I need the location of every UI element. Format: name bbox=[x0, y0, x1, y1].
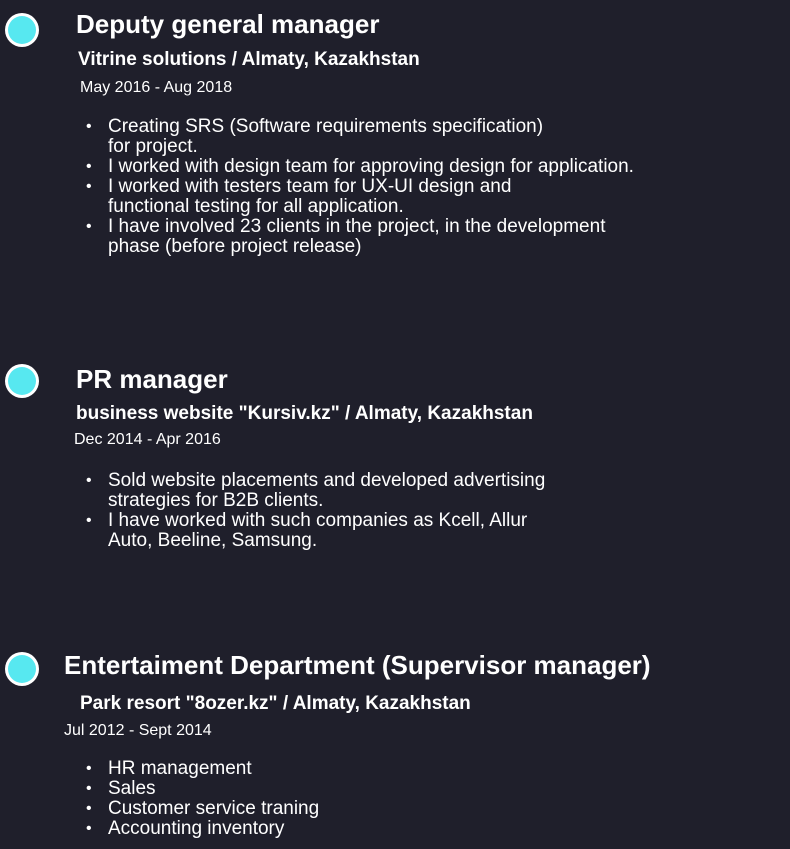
job-period: Dec 2014 - Apr 2016 bbox=[74, 431, 221, 448]
job-period: Jul 2012 - Sept 2014 bbox=[64, 722, 212, 739]
list-item: Sold website placements and developed ad… bbox=[84, 471, 554, 511]
job-title: Deputy general manager bbox=[76, 9, 380, 39]
list-item: I have worked with such companies as Kce… bbox=[84, 511, 554, 551]
job-company: business website "Kursiv.kz" / Almaty, K… bbox=[76, 403, 533, 424]
job-company: Park resort "8ozer.kz" / Almaty, Kazakhs… bbox=[80, 693, 471, 714]
list-item: HR management bbox=[84, 759, 554, 780]
duty-list: Creating SRS (Software requirements spec… bbox=[84, 117, 634, 257]
list-item: I worked with design team for approving … bbox=[84, 157, 688, 178]
timeline-dot-icon bbox=[8, 16, 36, 44]
timeline-dot-icon bbox=[8, 367, 36, 395]
job-title: PR manager bbox=[76, 364, 228, 394]
duty-list: HR management Sales Customer service tra… bbox=[84, 759, 554, 840]
job-company: Vitrine solutions / Almaty, Kazakhstan bbox=[78, 49, 420, 70]
job-title: Entertaiment Department (Supervisor mana… bbox=[64, 650, 651, 680]
list-item: I worked with testers team for UX-UI des… bbox=[84, 177, 554, 217]
list-item: Customer service traning bbox=[84, 799, 554, 820]
job-period: May 2016 - Aug 2018 bbox=[80, 79, 233, 96]
list-item: Accounting inventory bbox=[84, 819, 554, 840]
timeline-dot-icon bbox=[8, 655, 36, 683]
list-item: Creating SRS (Software requirements spec… bbox=[84, 117, 554, 157]
duty-list: Sold website placements and developed ad… bbox=[84, 471, 554, 551]
list-item: Sales bbox=[84, 779, 554, 800]
list-item: I have involved 23 clients in the projec… bbox=[84, 217, 648, 257]
